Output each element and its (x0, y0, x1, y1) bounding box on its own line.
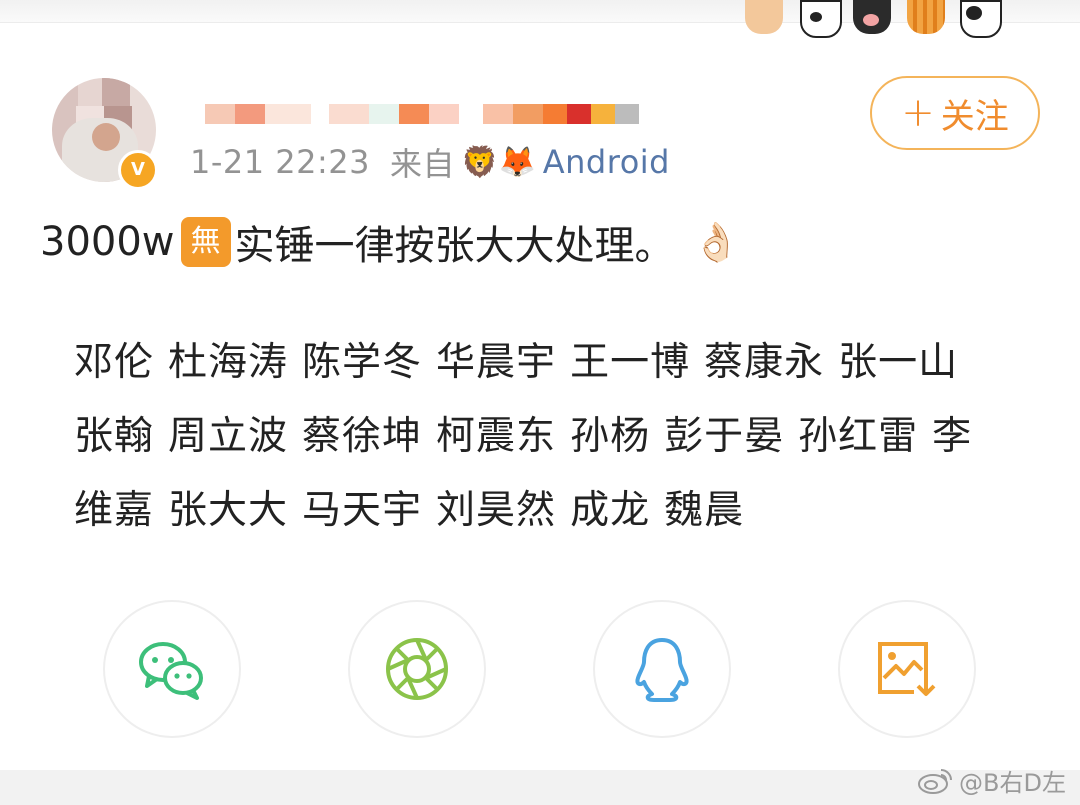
qq-icon (635, 638, 689, 702)
wu-emoji-icon: 無 (180, 217, 231, 267)
post-text: 3000w 無 实锤一律按张大大处理。 👌🏻 (40, 212, 740, 272)
post-text-main: 实锤一律按张大大处理。 (234, 223, 675, 269)
name-item: 孙杨 (570, 414, 651, 459)
name-item: 柯震东 (436, 414, 557, 459)
name-item: 张翰 (74, 414, 155, 459)
follow-button[interactable]: + 关注 (870, 76, 1040, 150)
weibo-watermark: @B右D左 (917, 763, 1066, 797)
name-item: 魏晨 (664, 488, 745, 533)
post-timestamp: 1-21 22:23 (190, 143, 371, 181)
name-item: 彭于晏 (664, 414, 785, 459)
verified-badge-icon: V (118, 150, 158, 190)
name-item: 张一山 (838, 340, 959, 385)
wechat-icon (139, 642, 203, 700)
name-item: 刘昊然 (436, 488, 557, 533)
moments-icon (386, 638, 448, 700)
name-item: 杜海涛 (168, 340, 289, 385)
share-qq-button[interactable] (593, 600, 731, 738)
name-item: 蔡康永 (704, 340, 825, 385)
cat-paws-decoration (745, 0, 1005, 38)
name-list: 邓伦 杜海涛 陈学冬 华晨宇 王一博 蔡康永 张一山张翰 周立波 蔡徐坤 柯震东 孙杨 彭于晏 孙红雷李… (74, 326, 994, 548)
follow-button-label: 关注 (940, 96, 1009, 137)
source-device-link[interactable]: Android (543, 143, 670, 181)
post-text-prefix: 3000w (40, 219, 175, 265)
post-meta: 1-21 22:23 来自 🦁🦊 Android (190, 142, 670, 183)
name-item: 成龙 (570, 488, 651, 533)
name-item: 马天宇 (302, 488, 423, 533)
name-item: 张大大 (168, 488, 289, 533)
ok-hand-icon: 👌🏻 (692, 219, 740, 264)
name-item: 周立波 (168, 414, 289, 459)
name-item: 邓伦 (74, 340, 155, 385)
weibo-logo-icon (918, 769, 953, 794)
share-moments-button[interactable] (348, 600, 486, 738)
save-image-button[interactable] (838, 600, 976, 738)
plus-icon: + (901, 90, 935, 136)
source-prefix: 来自 (390, 145, 456, 183)
name-item: 华晨宇 (436, 340, 557, 385)
share-row (0, 600, 1080, 740)
share-wechat-button[interactable] (103, 600, 241, 738)
save-image-icon (878, 642, 938, 698)
name-item: 蔡徐坤 (302, 414, 423, 459)
username-blurred[interactable] (205, 104, 639, 126)
name-item: 王一博 (570, 340, 691, 385)
source-emoji-icons: 🦁🦊 (461, 144, 537, 180)
name-item: 孙红雷 (798, 414, 919, 459)
watermark-text: @B右D左 (959, 768, 1066, 797)
name-item: 陈学冬 (302, 340, 423, 385)
